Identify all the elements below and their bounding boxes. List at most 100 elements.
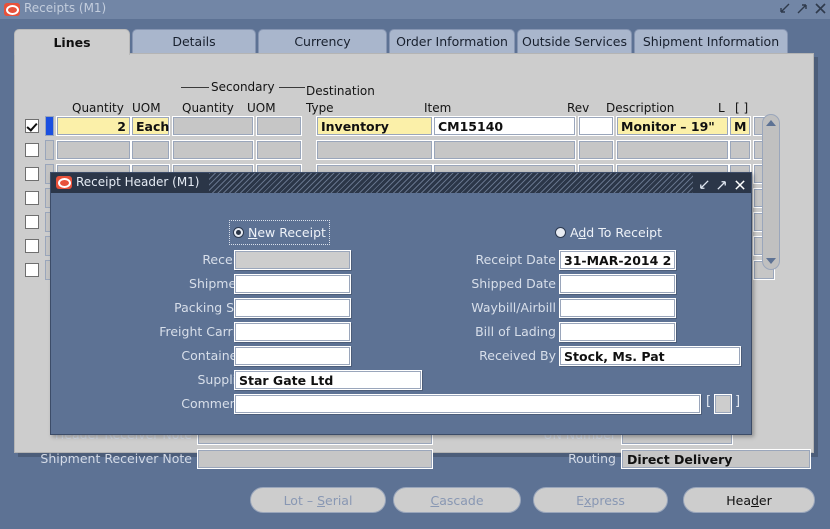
row-select-checkbox[interactable] (25, 215, 39, 229)
supplier-input[interactable]: Star Gate Ltd (234, 370, 422, 390)
cell-quantity[interactable]: 2 (56, 116, 131, 136)
header-description: Description (606, 101, 675, 115)
header-uom: UOM (132, 101, 161, 115)
cell-rev[interactable] (578, 116, 614, 136)
header-l: L (718, 101, 725, 115)
receipt-header-dialog: Receipt Header (M1) New Receipt Add To R (50, 172, 752, 435)
receipt-input (234, 250, 351, 270)
header-button[interactable]: Hea d er (683, 487, 815, 513)
shipment-input[interactable] (234, 274, 351, 294)
cell-secondary-uom[interactable] (256, 116, 302, 136)
shipment-label: Shipment (189, 276, 249, 291)
packing-slip-input[interactable] (234, 298, 351, 318)
tab-shipment-information[interactable]: Shipment Information (634, 29, 788, 53)
maximize-icon[interactable] (796, 2, 809, 15)
cell-destination-type[interactable] (316, 140, 433, 160)
shipped-date-input[interactable] (559, 274, 676, 294)
header-brackets: [ ] (735, 101, 749, 115)
oracle-forms-icon (56, 176, 72, 189)
header-secondary-quantity: Quantity (182, 101, 234, 115)
new-receipt-radio-group[interactable]: New Receipt (229, 220, 330, 245)
receipt-date-label: Receipt Date (475, 252, 556, 267)
cell-destination-type[interactable]: Inventory (316, 116, 433, 136)
add-to-receipt-radio[interactable] (555, 227, 566, 238)
containers-input[interactable] (234, 346, 351, 366)
scroll-down-arrow-icon[interactable] (763, 253, 779, 269)
cell-secondary-quantity[interactable] (172, 116, 254, 136)
shipped-date-label: Shipped Date (471, 276, 556, 291)
close-icon[interactable] (734, 176, 746, 193)
shipment-receiver-note-field[interactable] (197, 449, 433, 469)
row-select-checkbox[interactable] (25, 143, 39, 157)
shipment-receiver-note-label: Shipment Receiver Note (40, 451, 192, 466)
cell-rev[interactable] (578, 140, 614, 160)
row-select-checkbox[interactable] (25, 191, 39, 205)
cell-item[interactable] (433, 140, 576, 160)
add-to-receipt-radio-group[interactable]: Add To Receipt (555, 225, 662, 240)
main-window-titlebar: Receipts (M1) (0, 0, 830, 19)
minimize-icon[interactable] (698, 176, 710, 193)
row-select-checkbox[interactable] (25, 119, 39, 133)
header-destination: Destination (306, 84, 375, 98)
row-indicator (45, 116, 54, 136)
header-quantity: Quantity (72, 101, 124, 115)
oracle-forms-icon (4, 3, 20, 16)
row-indicator (45, 140, 54, 160)
close-icon[interactable] (814, 2, 827, 15)
dialog-titlebar: Receipt Header (M1) (51, 173, 751, 193)
row-select-checkbox[interactable] (25, 167, 39, 181)
receipt-label: Receipt (202, 252, 249, 267)
header-item: Item (424, 101, 452, 115)
packing-slip-label: Packing Slip (174, 300, 249, 315)
dialog-title: Receipt Header (M1) (76, 175, 200, 189)
cell-l[interactable] (729, 140, 751, 160)
cell-l[interactable]: M (729, 116, 751, 136)
grid-vertical-scrollbar[interactable] (762, 114, 780, 270)
freight-carrier-label: Freight Carrier (159, 324, 249, 339)
tab-order-information[interactable]: Order Information (389, 29, 515, 53)
tab-details[interactable]: Details (132, 29, 256, 53)
tab-strip: Lines Details Currency Order Information… (14, 29, 814, 55)
tab-currency[interactable]: Currency (258, 29, 387, 53)
secondary-rule-left (181, 87, 209, 88)
supplier-label: Supplier (197, 372, 249, 387)
comments-label: Comments (181, 396, 249, 411)
maximize-icon[interactable] (716, 176, 728, 193)
secondary-group-header: Secondary (211, 80, 275, 94)
routing-field[interactable]: Direct Delivery (621, 449, 811, 469)
freight-carrier-input[interactable] (234, 322, 351, 342)
routing-label: Routing (568, 451, 616, 466)
secondary-rule-right (279, 87, 305, 88)
cell-description[interactable]: Monitor – 19" (616, 116, 729, 136)
receipt-date-input[interactable]: 31-MAR-2014 2 (559, 250, 676, 270)
lot-serial-button[interactable]: Lot – Serial (250, 487, 386, 513)
minimize-icon[interactable] (778, 2, 791, 15)
cell-secondary-quantity[interactable] (172, 140, 254, 160)
dialog-window-controls (698, 176, 746, 193)
comments-input[interactable] (234, 394, 701, 414)
cell-secondary-uom[interactable] (256, 140, 302, 160)
received-by-input[interactable]: Stock, Ms. Pat (559, 346, 741, 366)
scroll-up-arrow-icon[interactable] (763, 115, 779, 131)
row-select-checkbox[interactable] (25, 263, 39, 277)
comments-lov-button[interactable] (714, 394, 732, 414)
cell-description[interactable] (616, 140, 729, 160)
header-rev: Rev (567, 101, 590, 115)
bill-of-lading-label: Bill of Lading (475, 324, 556, 339)
lov-open-bracket: [ (706, 394, 712, 409)
row-select-checkbox[interactable] (25, 239, 39, 253)
cell-uom[interactable] (131, 140, 170, 160)
cell-uom[interactable]: Each (131, 116, 170, 136)
express-button[interactable]: Ex press (533, 487, 668, 513)
cell-quantity[interactable] (56, 140, 131, 160)
titlebar-hatch-pattern (209, 173, 693, 193)
cell-item[interactable]: CM15140 (433, 116, 576, 136)
containers-label: Containers (181, 348, 249, 363)
received-by-label: Received By (479, 348, 556, 363)
cascade-button[interactable]: Cascade (393, 487, 521, 513)
tab-outside-services[interactable]: Outside Services (517, 29, 632, 53)
application-root: Receipts (M1) Lines Details Currency Ord… (0, 0, 830, 529)
tab-lines[interactable]: Lines (14, 29, 130, 55)
bill-of-lading-input[interactable] (559, 322, 676, 342)
waybill-airbill-input[interactable] (559, 298, 676, 318)
